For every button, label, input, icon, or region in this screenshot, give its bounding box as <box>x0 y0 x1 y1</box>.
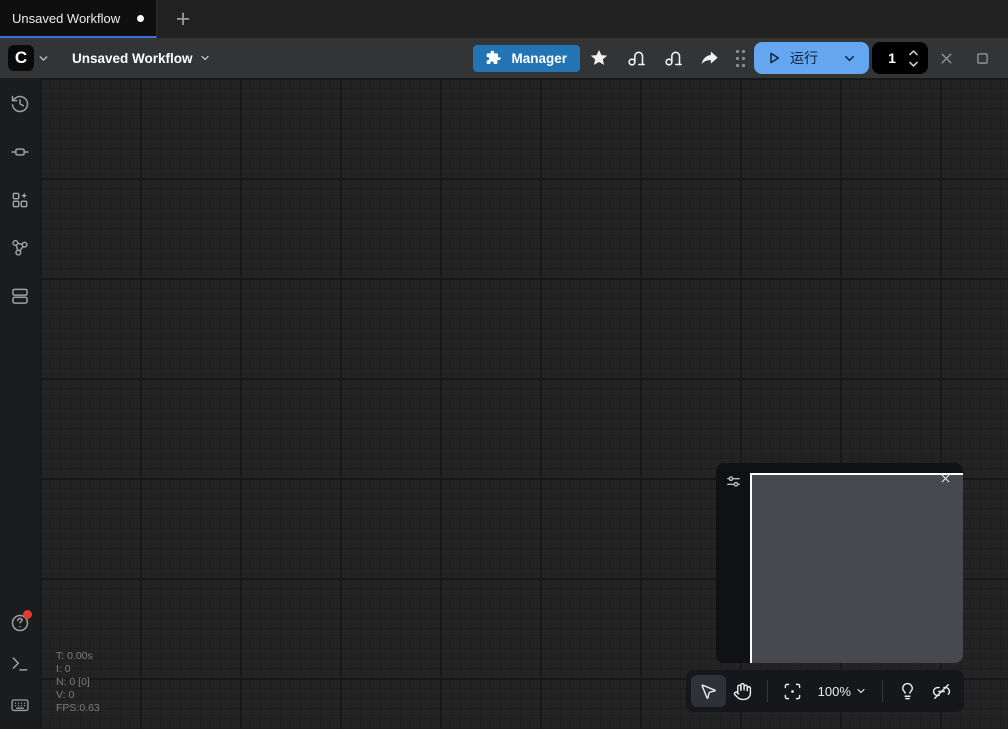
share-arrow-icon <box>701 51 718 65</box>
terminal-icon <box>12 657 28 671</box>
sliders-icon <box>727 476 740 487</box>
run-options-chevron-icon[interactable] <box>842 51 857 66</box>
unload-models-button[interactable] <box>617 43 654 73</box>
sidebar-help-button[interactable] <box>0 603 40 643</box>
batch-decrement-button[interactable] <box>908 60 919 68</box>
stat-time: T: 0.00s <box>56 650 93 662</box>
stop-square-icon <box>976 52 988 64</box>
star-icon <box>590 49 607 65</box>
cursor-icon <box>701 683 716 699</box>
pan-tool-button[interactable] <box>726 675 761 707</box>
select-tool-button[interactable] <box>691 675 726 707</box>
zoom-level-value: 100% <box>817 683 851 699</box>
play-icon <box>770 52 780 64</box>
fit-view-icon <box>784 683 801 699</box>
batch-count-stepper[interactable]: 1 <box>872 42 928 74</box>
hand-icon <box>734 682 752 700</box>
close-icon <box>941 474 950 483</box>
vacuum-icon <box>627 51 645 66</box>
tab-unsaved-workflow[interactable]: Unsaved Workflow <box>0 0 157 38</box>
free-memory-button[interactable] <box>654 43 691 73</box>
keyboard-icon <box>11 699 29 712</box>
toolbar-drag-handle[interactable] <box>734 48 747 69</box>
chevron-up-icon <box>909 49 918 55</box>
chevron-down-icon <box>857 688 865 694</box>
minimap-panel <box>716 463 963 663</box>
canvas-toolbar: 100% <box>686 670 964 712</box>
notification-badge <box>23 610 32 619</box>
menu-bar-right-group: Manager 运行 1 <box>473 42 1000 74</box>
workflow-name-label: Unsaved Workflow <box>72 50 193 66</box>
zoom-level-dropdown[interactable]: 100% <box>810 684 875 699</box>
workflow-star-button[interactable] <box>580 43 617 73</box>
sidebar-node-library-button[interactable] <box>0 132 40 172</box>
manager-button-label: Manager <box>511 50 567 66</box>
workflow-tab-bar: Unsaved Workflow + <box>0 0 1008 38</box>
toggle-link-visibility-button[interactable] <box>924 675 959 707</box>
manager-button[interactable]: Manager <box>473 44 580 72</box>
toggle-theme-button[interactable] <box>890 675 925 707</box>
chevron-down-icon <box>909 61 918 67</box>
new-workflow-tab-button[interactable]: + <box>163 0 203 38</box>
batch-stepper-buttons <box>908 49 919 68</box>
sidebar-model-library-button[interactable] <box>0 180 40 220</box>
run-button[interactable]: 运行 <box>754 42 869 74</box>
batch-increment-button[interactable] <box>908 49 919 57</box>
canvas-stats: T: 0.00s I: 0 N: 0 [0] V: 0 FPS:0.63 <box>56 650 100 715</box>
chevron-down-icon <box>200 55 209 61</box>
fit-view-button[interactable] <box>775 675 810 707</box>
batch-count-value: 1 <box>888 50 896 66</box>
puzzle-icon <box>487 50 502 64</box>
vacuum-icon <box>664 51 682 66</box>
run-button-label: 运行 <box>790 50 818 66</box>
workflow-name-dropdown[interactable]: Unsaved Workflow <box>72 51 211 66</box>
stop-button[interactable] <box>964 43 1000 73</box>
unsaved-changes-dot-icon <box>137 14 144 22</box>
stat-vertices: V: 0 <box>56 689 75 701</box>
minimap-settings-button[interactable] <box>725 473 742 490</box>
main-menu-chevron-icon[interactable] <box>37 52 50 65</box>
minimap-close-button[interactable] <box>939 472 952 485</box>
node-graph-canvas[interactable]: T: 0.00s I: 0 N: 0 [0] V: 0 FPS:0.63 100… <box>40 78 1008 729</box>
stat-fps: FPS:0.63 <box>56 702 100 714</box>
stat-iterations: I: 0 <box>56 663 71 675</box>
toolbar-divider <box>881 680 883 702</box>
sidebar-terminal-button[interactable] <box>0 644 40 684</box>
sidebar-workflows-button[interactable] <box>0 276 40 316</box>
toolbar-divider <box>767 680 769 702</box>
stat-nodes: N: 0 [0] <box>56 676 90 688</box>
left-sidebar <box>0 78 40 729</box>
sidebar-queue-button[interactable] <box>0 84 40 124</box>
node-map-icon <box>12 239 28 256</box>
cancel-run-button[interactable] <box>928 43 964 73</box>
model-library-icon <box>12 192 28 208</box>
history-icon <box>11 95 29 113</box>
close-icon <box>941 53 951 63</box>
sidebar-shortcuts-button[interactable] <box>0 685 40 725</box>
sidebar-node-map-button[interactable] <box>0 228 40 268</box>
workflows-icon <box>12 288 28 304</box>
link-off-icon <box>933 683 951 699</box>
comfyui-logo[interactable]: C <box>8 45 34 71</box>
tab-title: Unsaved Workflow <box>12 10 121 26</box>
share-workflow-button[interactable] <box>691 43 728 73</box>
lightbulb-icon <box>901 682 913 699</box>
menu-bar: C Unsaved Workflow Manager 运行 1 <box>0 38 1008 78</box>
minimap-viewport[interactable] <box>750 473 963 663</box>
node-icon <box>11 148 29 156</box>
comfyui-app: Unsaved Workflow + C Unsaved Workflow Ma… <box>0 0 1008 729</box>
